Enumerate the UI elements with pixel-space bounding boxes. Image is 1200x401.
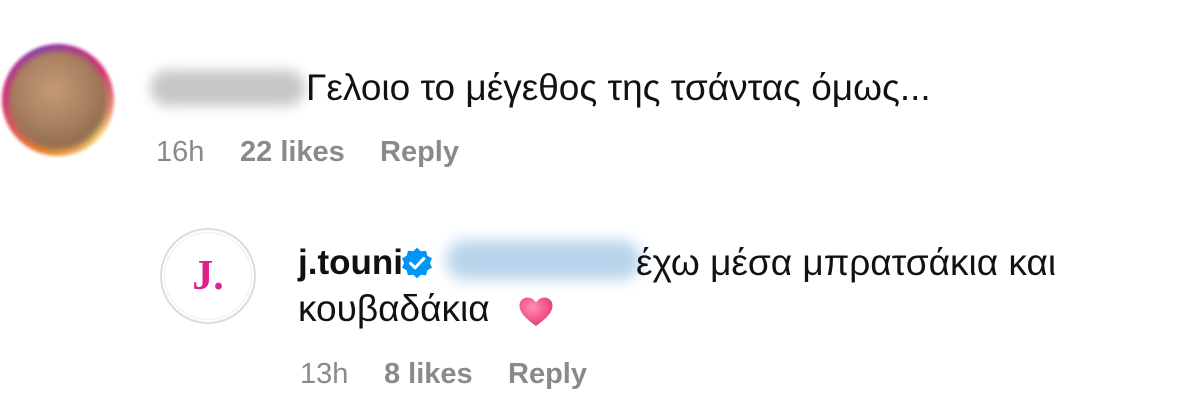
comment-meta: 16h 22 likes Reply	[156, 134, 459, 170]
reply-meta: 13h 8 likes Reply	[300, 356, 587, 392]
reply-text-line1: έχω μέσα μπρατσάκια και	[636, 242, 1057, 283]
reply-likes[interactable]: 8 likes	[384, 356, 508, 392]
blurred-avatar-photo	[8, 50, 108, 150]
reply-username[interactable]: j.touni	[298, 241, 403, 285]
comment-text: Γελοιο το μέγεθος της τσάντας όμως...	[306, 67, 931, 108]
blurred-username[interactable]	[150, 70, 305, 106]
reply-button[interactable]: Reply	[380, 134, 459, 170]
comment-time[interactable]: 16h	[156, 134, 240, 170]
user-avatar[interactable]	[2, 44, 114, 156]
blurred-mention[interactable]	[446, 240, 641, 280]
pink-heart-icon	[519, 297, 553, 326]
avatar-inner-ring	[164, 232, 252, 320]
verified-badge-icon	[402, 247, 432, 279]
reply-text-line2: κουβαδάκια	[298, 288, 490, 329]
reply-time[interactable]: 13h	[300, 356, 384, 392]
comment-likes[interactable]: 22 likes	[240, 134, 380, 170]
reply-button[interactable]: Reply	[508, 356, 587, 392]
